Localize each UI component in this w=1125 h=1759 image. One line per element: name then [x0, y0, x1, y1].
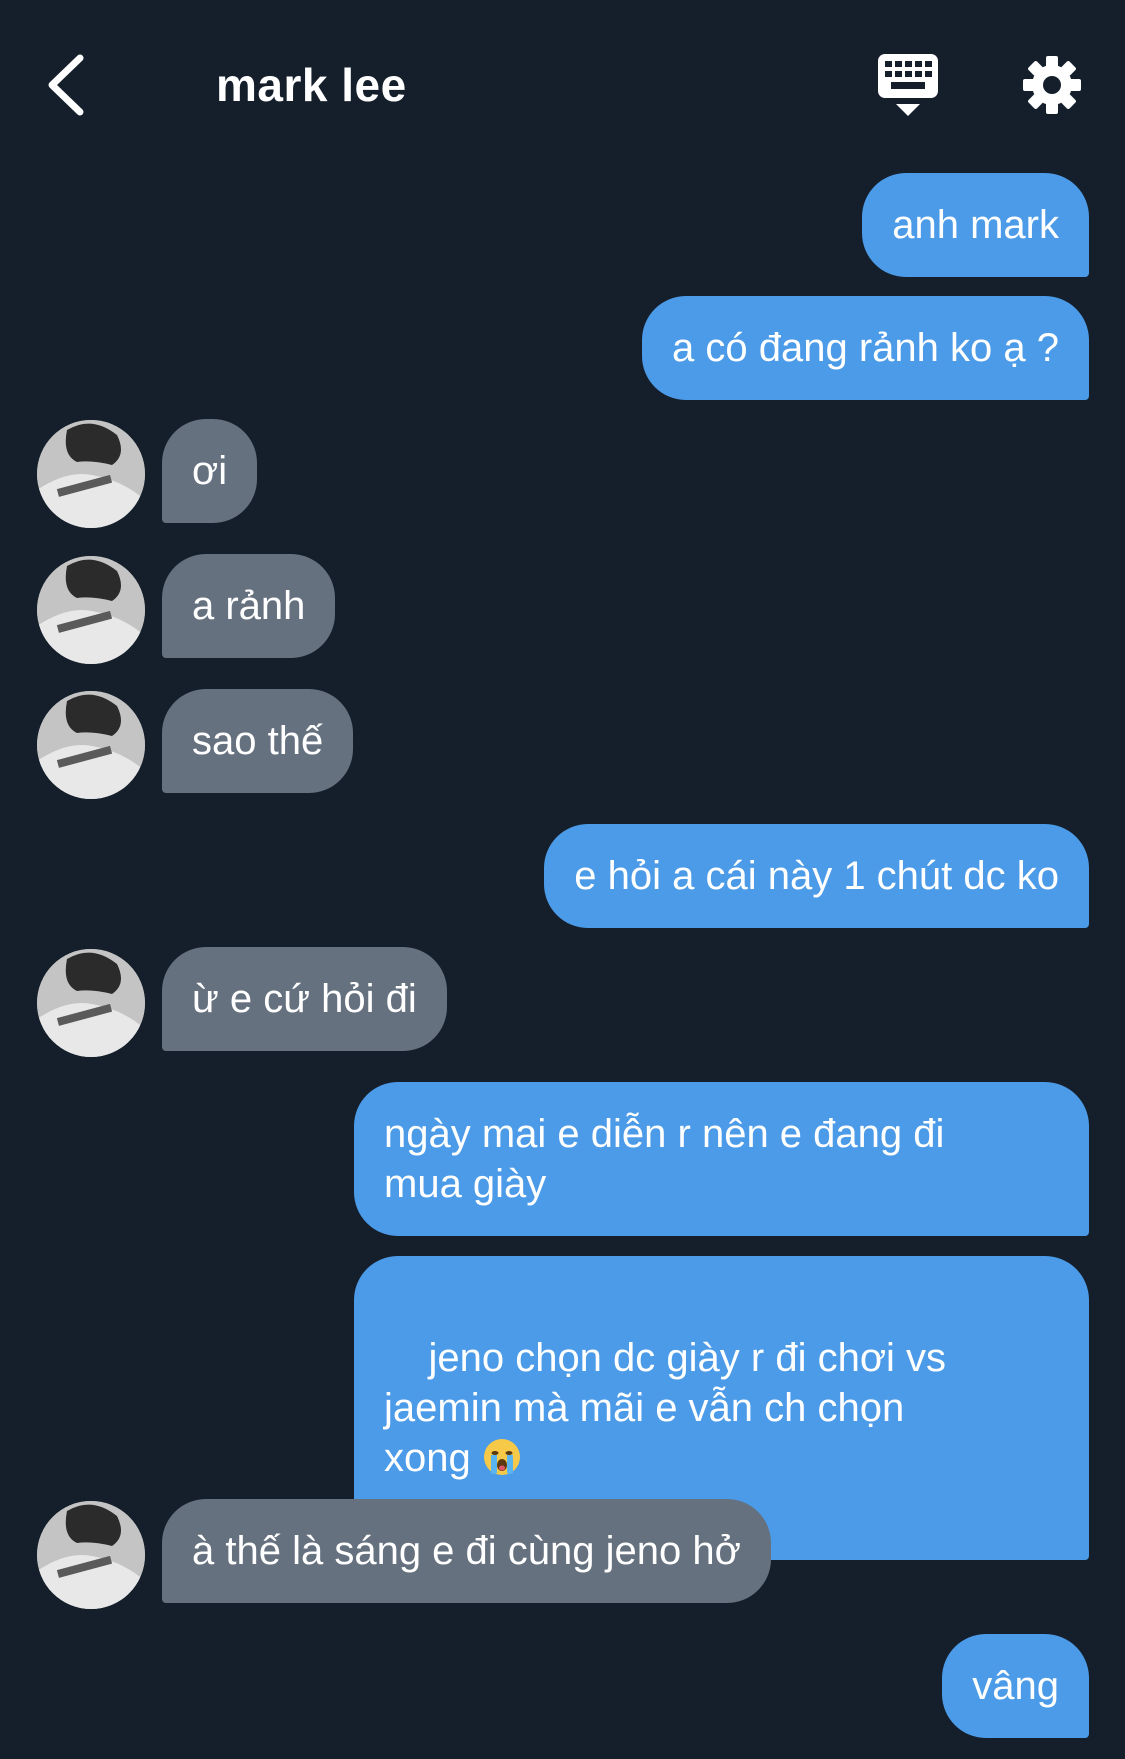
message-bubble-incoming[interactable]: a rảnh	[162, 554, 336, 658]
avatar[interactable]	[37, 1501, 145, 1609]
avatar-image	[37, 1501, 145, 1609]
message-bubble-outgoing[interactable]: vâng	[942, 1634, 1089, 1738]
avatar-image	[37, 556, 145, 664]
message-bubble-incoming[interactable]: ừ e cứ hỏi đi	[162, 947, 447, 1051]
message-bubble-incoming[interactable]: ơi	[162, 419, 258, 523]
avatar[interactable]	[37, 949, 145, 1057]
message-bubble-outgoing[interactable]: ngày mai e diễn r nên e đang đi mua giày	[354, 1082, 1089, 1236]
message-bubble-outgoing[interactable]: a có đang rảnh ko ạ ?	[642, 296, 1089, 400]
message-bubble-incoming[interactable]: à thế là sáng e đi cùng jeno hở	[162, 1499, 771, 1603]
message-list: anh mark a có đang rảnh ko ạ ? ơi a rảnh…	[0, 0, 1125, 1759]
crying-face-icon	[483, 1439, 520, 1475]
avatar-image	[37, 949, 145, 1057]
message-bubble-incoming[interactable]: sao thế	[162, 689, 354, 793]
message-text: jeno chọn dc giày r đi chơi vs jaemin mà…	[384, 1336, 947, 1480]
avatar-image	[37, 420, 145, 528]
avatar[interactable]	[37, 691, 145, 799]
avatar[interactable]	[37, 556, 145, 664]
avatar-image	[37, 691, 145, 799]
message-bubble-outgoing[interactable]: e hỏi a cái này 1 chút dc ko	[544, 824, 1089, 928]
message-bubble-outgoing[interactable]: anh mark	[862, 173, 1089, 277]
avatar[interactable]	[37, 420, 145, 528]
